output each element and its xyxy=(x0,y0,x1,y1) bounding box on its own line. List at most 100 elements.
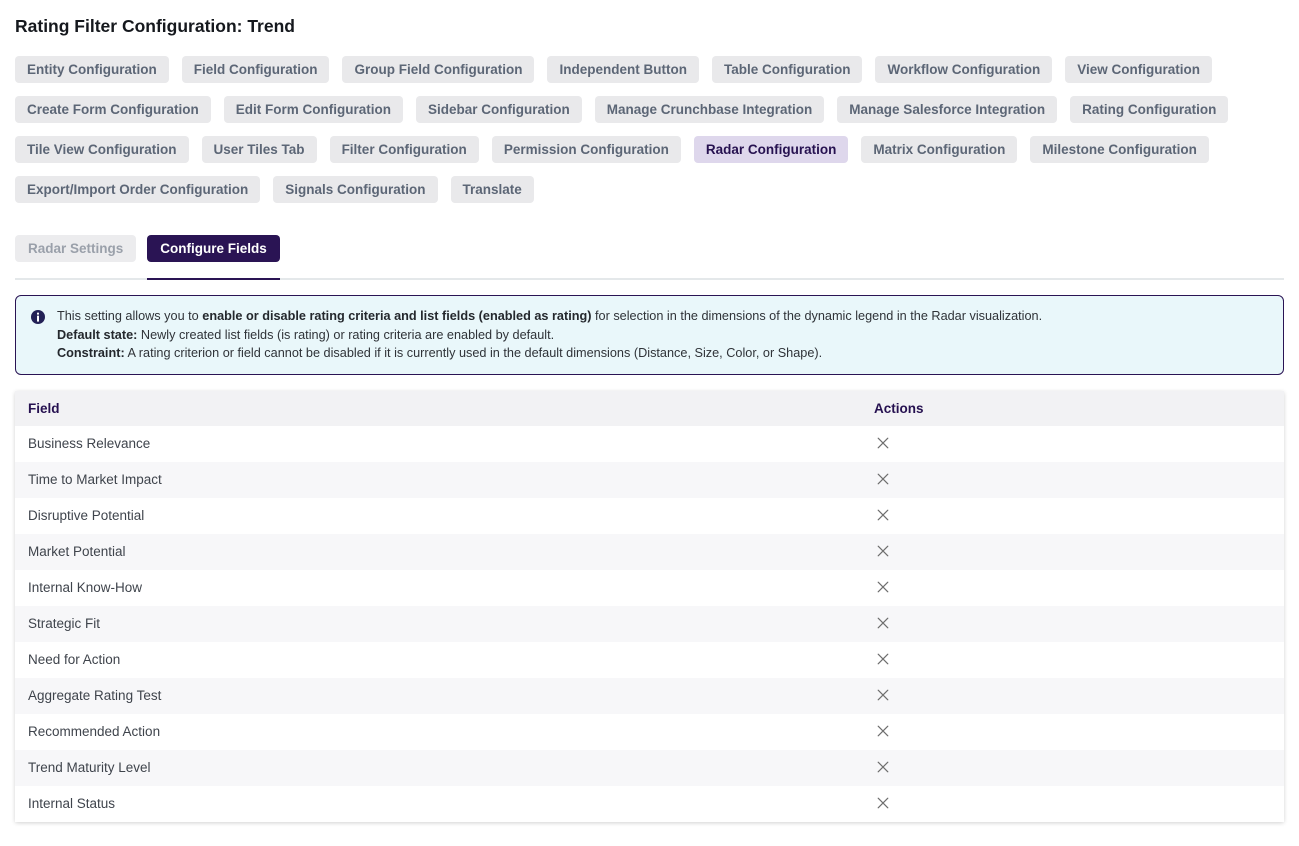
remove-field-button[interactable] xyxy=(874,686,892,704)
info-line-setting: This setting allows you to enable or dis… xyxy=(57,307,1269,326)
tab-radar-settings[interactable]: Radar Settings xyxy=(15,235,136,262)
table-row: Recommended Action xyxy=(15,714,1284,750)
page-title: Rating Filter Configuration: Trend xyxy=(15,15,1284,37)
field-name: Time to Market Impact xyxy=(15,472,861,487)
nav-chip-row: Entity Configuration Field Configuration G… xyxy=(15,56,1284,83)
table-row: Disruptive Potential xyxy=(15,498,1284,534)
nav-chip-table-configuration[interactable]: Table Configuration xyxy=(712,56,863,83)
close-icon xyxy=(876,544,890,558)
table-row: Strategic Fit xyxy=(15,606,1284,642)
config-nav: Entity Configuration Field Configuration G… xyxy=(15,56,1284,203)
nav-chip-edit-form-configuration[interactable]: Edit Form Configuration xyxy=(224,96,403,123)
actions-cell xyxy=(861,434,1284,453)
table-row: Trend Maturity Level xyxy=(15,750,1284,786)
actions-cell xyxy=(861,578,1284,597)
nav-chip-entity-configuration[interactable]: Entity Configuration xyxy=(15,56,169,83)
remove-field-button[interactable] xyxy=(874,614,892,632)
nav-chip-group-field-configuration[interactable]: Group Field Configuration xyxy=(342,56,534,83)
close-icon xyxy=(876,580,890,594)
remove-field-button[interactable] xyxy=(874,506,892,524)
field-name: Recommended Action xyxy=(15,724,861,739)
remove-field-button[interactable] xyxy=(874,722,892,740)
field-name: Disruptive Potential xyxy=(15,508,861,523)
table-row: Time to Market Impact xyxy=(15,462,1284,498)
column-header-actions: Actions xyxy=(861,401,1284,416)
actions-cell xyxy=(861,614,1284,633)
field-name: Trend Maturity Level xyxy=(15,760,861,775)
field-name: Need for Action xyxy=(15,652,861,667)
nav-chip-field-configuration[interactable]: Field Configuration xyxy=(182,56,330,83)
close-icon xyxy=(876,688,890,702)
tab-divider xyxy=(15,278,1284,280)
nav-chip-export-import-order-configuration[interactable]: Export/Import Order Configuration xyxy=(15,176,260,203)
table-body: Business Relevance Time to Market Impact D… xyxy=(15,426,1284,822)
table-row: Internal Know-How xyxy=(15,570,1284,606)
nav-chip-manage-crunchbase-integration[interactable]: Manage Crunchbase Integration xyxy=(595,96,825,123)
actions-cell xyxy=(861,542,1284,561)
nav-chip-translate[interactable]: Translate xyxy=(451,176,534,203)
actions-cell xyxy=(861,470,1284,489)
remove-field-button[interactable] xyxy=(874,434,892,452)
column-header-field: Field xyxy=(15,401,861,416)
close-icon xyxy=(876,508,890,522)
nav-chip-filter-configuration[interactable]: Filter Configuration xyxy=(330,136,479,163)
table-row: Internal Status xyxy=(15,786,1284,822)
nav-chip-tile-view-configuration[interactable]: Tile View Configuration xyxy=(15,136,189,163)
table-header: Field Actions xyxy=(15,391,1284,426)
remove-field-button[interactable] xyxy=(874,578,892,596)
table-row: Business Relevance xyxy=(15,426,1284,462)
actions-cell xyxy=(861,758,1284,777)
page: Rating Filter Configuration: Trend Entit… xyxy=(0,0,1299,822)
nav-chip-workflow-configuration[interactable]: Workflow Configuration xyxy=(875,56,1052,83)
field-name: Internal Status xyxy=(15,796,861,811)
actions-cell xyxy=(861,794,1284,813)
info-icon xyxy=(31,310,45,324)
nav-chip-row: Create Form Configuration Edit Form Confi… xyxy=(15,96,1284,123)
nav-chip-user-tiles-tab[interactable]: User Tiles Tab xyxy=(202,136,317,163)
nav-chip-milestone-configuration[interactable]: Milestone Configuration xyxy=(1030,136,1209,163)
actions-cell xyxy=(861,650,1284,669)
remove-field-button[interactable] xyxy=(874,794,892,812)
field-name: Market Potential xyxy=(15,544,861,559)
close-icon xyxy=(876,616,890,630)
close-icon xyxy=(876,760,890,774)
fields-table: Field Actions Business Relevance Time to … xyxy=(15,391,1284,822)
actions-cell xyxy=(861,722,1284,741)
close-icon xyxy=(876,724,890,738)
nav-chip-radar-configuration[interactable]: Radar Configuration xyxy=(694,136,849,163)
table-row: Market Potential xyxy=(15,534,1284,570)
field-name: Business Relevance xyxy=(15,436,861,451)
active-tab-underline xyxy=(147,278,280,280)
info-line-constraint: Constraint: A rating criterion or field … xyxy=(57,344,1269,363)
close-icon xyxy=(876,652,890,666)
nav-chip-matrix-configuration[interactable]: Matrix Configuration xyxy=(861,136,1017,163)
remove-field-button[interactable] xyxy=(874,758,892,776)
remove-field-button[interactable] xyxy=(874,650,892,668)
remove-field-button[interactable] xyxy=(874,542,892,560)
nav-chip-sidebar-configuration[interactable]: Sidebar Configuration xyxy=(416,96,582,123)
actions-cell xyxy=(861,506,1284,525)
tab-bar: Radar Settings Configure Fields xyxy=(15,235,1284,262)
nav-chip-view-configuration[interactable]: View Configuration xyxy=(1065,56,1212,83)
table-row: Aggregate Rating Test xyxy=(15,678,1284,714)
nav-chip-rating-configuration[interactable]: Rating Configuration xyxy=(1070,96,1228,123)
field-name: Strategic Fit xyxy=(15,616,861,631)
close-icon xyxy=(876,436,890,450)
nav-chip-manage-salesforce-integration[interactable]: Manage Salesforce Integration xyxy=(837,96,1057,123)
field-name: Aggregate Rating Test xyxy=(15,688,861,703)
nav-chip-row: Tile View Configuration User Tiles Tab Fil… xyxy=(15,136,1284,163)
info-box: This setting allows you to enable or dis… xyxy=(15,295,1284,375)
remove-field-button[interactable] xyxy=(874,470,892,488)
info-line-default-state: Default state: Newly created list fields… xyxy=(57,326,1269,345)
nav-chip-permission-configuration[interactable]: Permission Configuration xyxy=(492,136,681,163)
close-icon xyxy=(876,796,890,810)
nav-chip-row: Export/Import Order Configuration Signals… xyxy=(15,176,1284,203)
nav-chip-signals-configuration[interactable]: Signals Configuration xyxy=(273,176,437,203)
close-icon xyxy=(876,472,890,486)
tab-configure-fields[interactable]: Configure Fields xyxy=(147,235,280,262)
actions-cell xyxy=(861,686,1284,705)
field-name: Internal Know-How xyxy=(15,580,861,595)
nav-chip-independent-button[interactable]: Independent Button xyxy=(547,56,698,83)
info-text: This setting allows you to enable or dis… xyxy=(57,307,1269,363)
nav-chip-create-form-configuration[interactable]: Create Form Configuration xyxy=(15,96,211,123)
